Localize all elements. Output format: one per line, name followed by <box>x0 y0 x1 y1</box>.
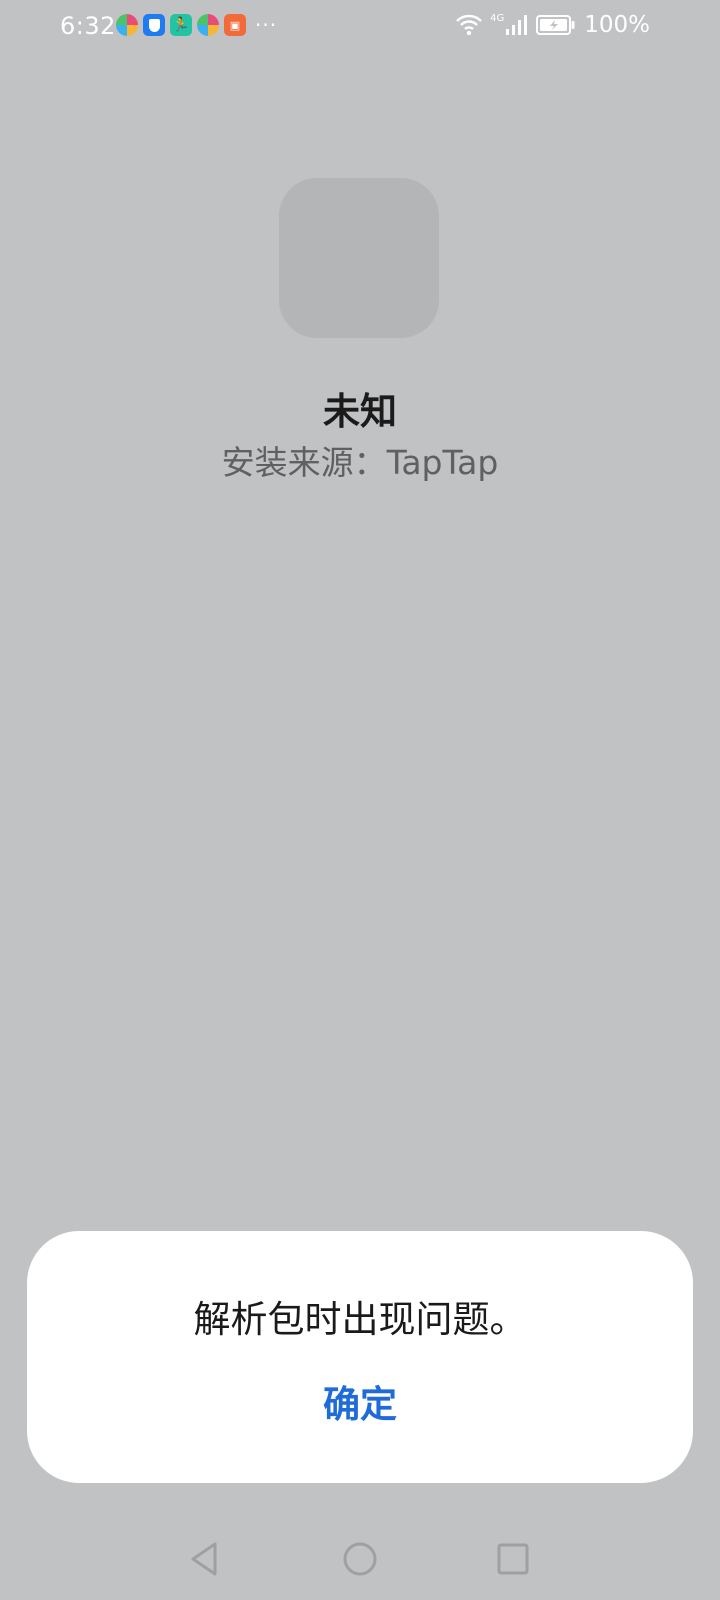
status-bar: 6:32 🏃 ▣ ··· 4G 100% <box>0 0 720 56</box>
runner-icon: 🏃 <box>170 14 192 36</box>
shopping-bag-icon: ▣ <box>224 14 246 36</box>
dialog-message: 解析包时出现问题。 <box>193 1298 527 1341</box>
status-indicators: 4G 100% <box>456 12 650 38</box>
battery-charging-icon <box>536 14 576 36</box>
more-notifications-indicator: ··· <box>255 13 278 37</box>
navigation-bar <box>0 1534 720 1584</box>
signal-icon <box>506 15 528 35</box>
app-name: 未知 <box>323 390 397 433</box>
notification-icons: 🏃 ▣ ··· <box>116 14 277 36</box>
recent-apps-icon[interactable] <box>488 1534 538 1584</box>
pinwheel-icon <box>116 14 138 36</box>
parse-error-dialog: 解析包时出现问题。 确定 <box>27 1231 693 1483</box>
back-icon[interactable] <box>180 1534 230 1584</box>
app-icon-placeholder <box>279 178 439 338</box>
pinwheel-icon <box>197 14 219 36</box>
install-source-label: 安装来源：TapTap <box>221 443 499 482</box>
shield-icon <box>143 14 165 36</box>
confirm-button[interactable]: 确定 <box>260 1377 460 1433</box>
battery-percent: 100% <box>584 12 650 38</box>
network-type-label: 4G <box>490 12 505 24</box>
status-time: 6:32 <box>60 12 116 40</box>
wifi-icon <box>456 14 482 36</box>
home-icon[interactable] <box>335 1534 385 1584</box>
